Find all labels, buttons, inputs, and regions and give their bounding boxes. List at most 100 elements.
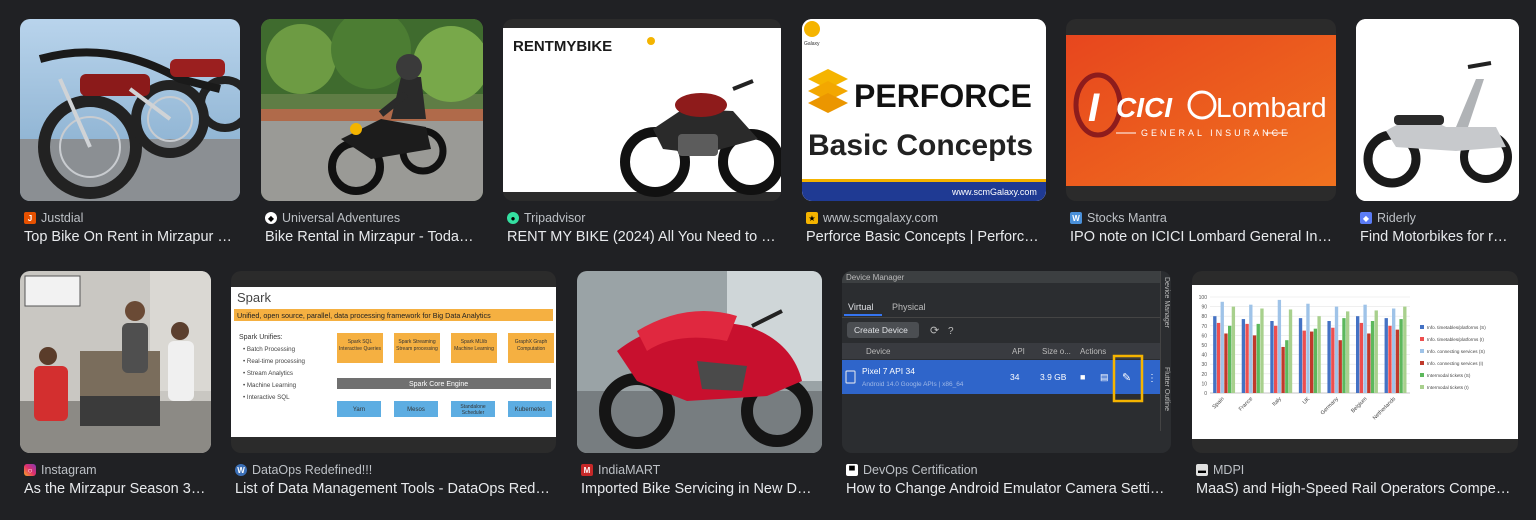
rider-on-road-image bbox=[261, 19, 483, 201]
general-insurance-text: GENERAL INSURANCE bbox=[1141, 128, 1290, 138]
spark-unifies-item: • Interactive SQL bbox=[243, 394, 290, 401]
svg-text:▤: ▤ bbox=[1100, 372, 1109, 382]
chart-bar bbox=[1216, 322, 1221, 393]
result-thumbnail[interactable]: RENTMYBIKE bbox=[503, 19, 781, 201]
spark-manager-label: Scheduler bbox=[462, 410, 485, 416]
chart-y-tick-label: 30 bbox=[1201, 362, 1207, 368]
chart-bar bbox=[1384, 318, 1388, 393]
result-source: Justdial bbox=[41, 211, 84, 225]
column-actions: Actions bbox=[1080, 347, 1106, 356]
scmgalaxy-icon: ★ bbox=[806, 212, 818, 224]
chart-bar bbox=[1306, 303, 1310, 393]
result-title[interactable]: As the Mirzapur Season 3 shoot bbox=[24, 481, 209, 497]
result-thumbnail[interactable]: Spark Unified, open source, parallel, da… bbox=[231, 271, 556, 453]
chart-bar bbox=[1249, 304, 1253, 393]
chart-y-tick-label: 0 bbox=[1204, 391, 1207, 397]
chart-legend-swatch bbox=[1420, 361, 1424, 365]
chart-y-tick-label: 20 bbox=[1201, 372, 1207, 378]
device-name: Pixel 7 API 34 bbox=[862, 366, 915, 376]
result-title[interactable]: Find Motorbikes for rent bbox=[1360, 229, 1512, 245]
wordpress-icon: W bbox=[235, 464, 247, 476]
red-sportbike-image bbox=[577, 271, 822, 453]
result-title[interactable]: Imported Bike Servicing in New Delhi bbox=[581, 481, 819, 497]
spark-architecture-diagram: Spark Unified, open source, parallel, da… bbox=[231, 287, 556, 437]
chart-legend-label: Intermodal tickets (I) bbox=[1427, 385, 1469, 390]
indiamart-icon: M bbox=[581, 464, 593, 476]
result-thumbnail[interactable]: 0 10 20 30 40 50 60 70 80 90 100 Spain France Italy UK… bbox=[1192, 271, 1518, 453]
chart-legend-swatch bbox=[1420, 385, 1424, 389]
chart-bar bbox=[1270, 321, 1274, 393]
result-thumbnail[interactable]: I CICI Lombard GENERAL INSURANCE bbox=[1066, 19, 1336, 201]
chart-bar bbox=[1213, 316, 1217, 393]
chart-bar bbox=[1327, 321, 1331, 393]
spark-title: Spark bbox=[237, 290, 271, 305]
result-title[interactable]: List of Data Management Tools - DataOps … bbox=[235, 481, 553, 497]
chart-bar bbox=[1363, 304, 1367, 393]
spark-core-engine: Spark Core Engine bbox=[409, 381, 468, 388]
svg-text:⋮: ⋮ bbox=[1147, 373, 1157, 384]
spark-module-label: Machine Learning bbox=[454, 346, 494, 352]
result-title[interactable]: How to Change Android Emulator Camera Se… bbox=[846, 481, 1168, 497]
result-source: Universal Adventures bbox=[282, 211, 401, 225]
spark-unifies-item: • Batch Processing bbox=[243, 346, 296, 353]
chart-bar bbox=[1228, 325, 1232, 393]
perforce-basic-concepts-image: Galaxy PERFORCE Basic Concepts www.scmGa… bbox=[802, 19, 1046, 201]
result-source: DataOps Redefined!!! bbox=[252, 463, 373, 477]
result-title[interactable]: Bike Rental in Mirzapur - Today's Best D… bbox=[265, 229, 479, 245]
chart-bar bbox=[1252, 335, 1257, 393]
spark-unifies-item: • Machine Learning bbox=[243, 382, 297, 389]
result-title[interactable]: MaaS) and High-Speed Rail Operators Comp… bbox=[1196, 481, 1514, 497]
chart-bar bbox=[1220, 301, 1224, 393]
result-thumbnail[interactable] bbox=[20, 271, 211, 453]
result-thumbnail[interactable]: Galaxy PERFORCE Basic Concepts www.scmGa… bbox=[802, 19, 1046, 201]
image-results-grid: J Justdial Top Bike On Rent in Mirzapur -… bbox=[0, 0, 1536, 520]
chart-bar bbox=[1298, 318, 1303, 393]
result-thumbnail[interactable] bbox=[261, 19, 483, 201]
result-thumbnail[interactable]: Device Manager Virtual Physical Create D… bbox=[842, 271, 1171, 453]
column-device: Device bbox=[866, 347, 891, 356]
chart-legend-label: Info. connecting services (I) bbox=[1427, 361, 1484, 366]
chart-legend-label: Info. connecting services (S) bbox=[1427, 349, 1485, 354]
edit-pencil-icon: ✎ bbox=[1122, 372, 1131, 384]
chart-bar bbox=[1346, 311, 1350, 393]
stocksmantra-icon: W bbox=[1070, 212, 1082, 224]
spark-manager-label: Kubernetes bbox=[515, 407, 546, 413]
riderly-icon: ◆ bbox=[1360, 212, 1372, 224]
spark-unifies-item: • Stream Analytics bbox=[243, 370, 293, 377]
chart-bar bbox=[1399, 319, 1403, 393]
chart-y-tick-label: 40 bbox=[1201, 353, 1207, 359]
spark-unifies-item: • Real-time processing bbox=[243, 358, 306, 365]
chart-bar bbox=[1310, 331, 1314, 393]
spark-module-label: Spark SQL bbox=[348, 339, 373, 345]
spark-module-label: Stream processing bbox=[396, 346, 438, 352]
chart-bar bbox=[1342, 318, 1346, 393]
result-title[interactable]: Top Bike On Rent in Mirzapur - Best Bike… bbox=[24, 229, 236, 245]
spark-manager-label: Yarn bbox=[353, 407, 365, 413]
chart-y-tick-label: 10 bbox=[1201, 381, 1207, 387]
result-source: Stocks Mantra bbox=[1087, 211, 1167, 225]
chart-bar bbox=[1331, 327, 1335, 393]
result-source: www.scmgalaxy.com bbox=[823, 211, 939, 225]
side-tab-device-manager: Device Manager bbox=[1163, 277, 1170, 329]
chart-y-tick-label: 100 bbox=[1199, 295, 1208, 301]
result-source: Riderly bbox=[1377, 211, 1416, 225]
result-source: MDPI bbox=[1213, 463, 1245, 477]
mdpi-bar-chart: 0102030405060708090100Spain France Italy UK… bbox=[1192, 285, 1518, 439]
result-title[interactable]: IPO note on ICICI Lombard General Insura… bbox=[1070, 229, 1334, 245]
result-thumbnail[interactable] bbox=[20, 19, 240, 201]
spark-subtitle: Unified, open source, parallel, data pro… bbox=[237, 311, 491, 320]
result-thumbnail[interactable] bbox=[577, 271, 822, 453]
result-title[interactable]: RENT MY BIKE (2024) All You Need to Know bbox=[507, 229, 779, 245]
basic-concepts-text: Basic Concepts bbox=[808, 129, 1033, 162]
chart-legend-label: Info. timetables/platforms (S) bbox=[1427, 325, 1486, 330]
result-thumbnail[interactable] bbox=[1356, 19, 1519, 201]
spark-manager-label: Mesos bbox=[407, 407, 425, 413]
film-shoot-crowd-image bbox=[20, 271, 211, 453]
side-tab-flutter-outline: Flutter Outline bbox=[1163, 367, 1170, 411]
spark-module-label: Spark MLlib bbox=[461, 339, 488, 345]
spark-module-label: GraphX Graph bbox=[515, 339, 548, 345]
result-title[interactable]: Perforce Basic Concepts | Perforce Tutor… bbox=[806, 229, 1044, 245]
chart-legend-swatch bbox=[1420, 337, 1424, 341]
chart-y-tick-label: 60 bbox=[1201, 333, 1207, 339]
chart-bar bbox=[1334, 306, 1339, 393]
